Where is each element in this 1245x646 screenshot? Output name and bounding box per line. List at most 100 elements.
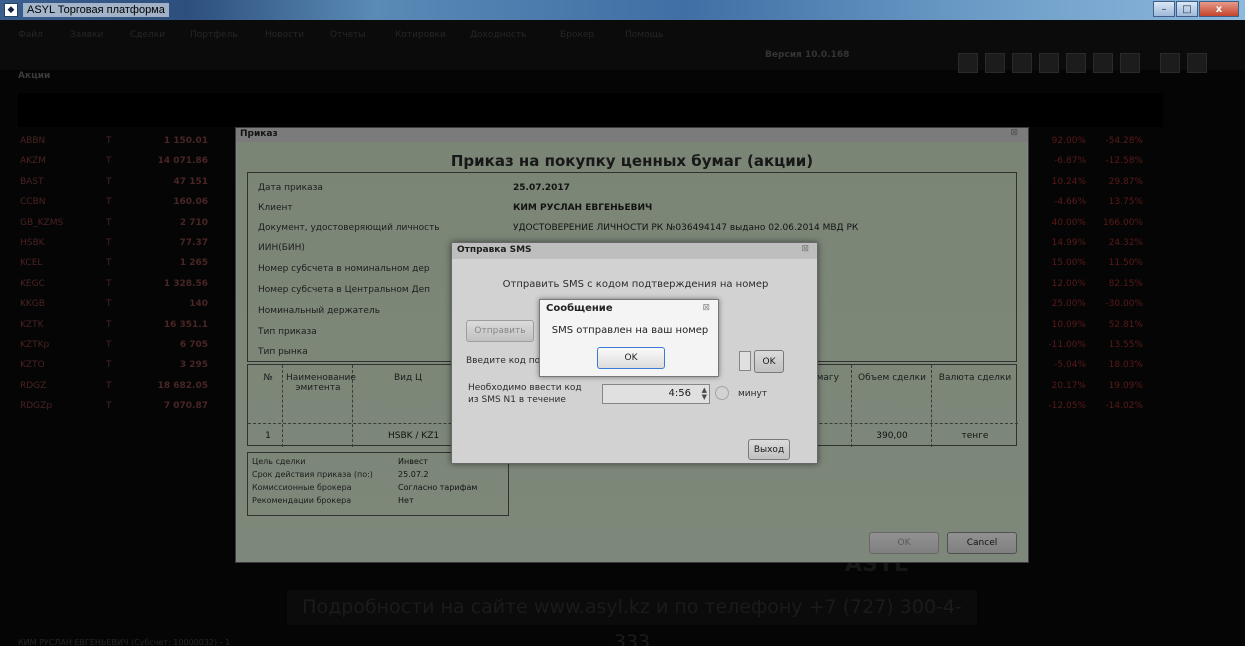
toolbar-chart-icon[interactable] xyxy=(985,53,1005,73)
row-change-2: 18.03% xyxy=(1108,360,1143,371)
window-title: ASYL Торговая платформа xyxy=(23,3,169,17)
toolbar-save-icon[interactable] xyxy=(958,53,978,73)
message-ok-button[interactable]: OK xyxy=(597,347,665,369)
toolbar-power-icon[interactable] xyxy=(1187,53,1207,73)
row-ticker: AKZM xyxy=(20,156,46,167)
row-ticker: ABBN xyxy=(20,136,46,146)
row-ticker: GB_KZMS xyxy=(20,217,64,228)
row-change-1: 10.24% xyxy=(1051,176,1086,187)
contact-hint: Подробности на сайте www.asyl.kz и по те… xyxy=(287,590,977,646)
row-change-1: 40.00% xyxy=(1051,217,1086,228)
row-price: 1 150.01 xyxy=(163,136,208,146)
row-change-2: 29.87% xyxy=(1108,176,1143,187)
row-type: T xyxy=(106,176,112,187)
row-change-2: 166.00% xyxy=(1102,217,1143,228)
quotes-table-header xyxy=(18,93,1163,127)
row-type: T xyxy=(106,360,112,371)
row-ticker: KEGC xyxy=(20,278,45,289)
message-text: SMS отправлен на ваш номер xyxy=(551,325,709,336)
row-change-1: -11.00% xyxy=(1048,340,1086,350)
toolbar-refresh-icon[interactable] xyxy=(1066,53,1086,73)
row-type: T xyxy=(106,238,112,248)
toolbar-user-icon[interactable] xyxy=(1093,53,1113,73)
menubar: Файл Заявки Сделки Портфель Новости Отче… xyxy=(0,20,1245,73)
toolbar-help-icon[interactable] xyxy=(1160,53,1180,73)
menu-item-deals[interactable]: Сделки xyxy=(130,30,165,40)
row-price: 6 705 xyxy=(179,340,208,350)
minimize-button[interactable]: – xyxy=(1153,1,1175,17)
row-ticker: KZTK xyxy=(20,319,44,330)
row-price: 47 151 xyxy=(173,176,208,187)
row-price: 16 351.1 xyxy=(163,319,208,330)
menu-item-news[interactable]: Новости xyxy=(265,30,304,40)
row-ticker: RDGZp xyxy=(20,401,53,412)
menu-item-broker[interactable]: Брокер xyxy=(560,30,594,40)
row-price: 7 070.87 xyxy=(163,401,208,412)
row-type: T xyxy=(106,401,112,412)
menu-item-orders[interactable]: Заявки xyxy=(70,30,103,40)
menu-item-portfolio[interactable]: Портфель xyxy=(190,30,238,40)
row-change-1: -6.87% xyxy=(1054,156,1086,167)
row-change-1: 14.99% xyxy=(1051,238,1086,248)
row-price: 18 682.05 xyxy=(157,380,208,391)
close-button[interactable]: x xyxy=(1199,1,1239,17)
row-change-2: -14.02% xyxy=(1105,401,1143,412)
app-icon: ◆ xyxy=(4,3,18,17)
toolbar-edit-icon[interactable] xyxy=(1039,53,1059,73)
row-change-2: 13.75% xyxy=(1108,197,1143,208)
row-price: 3 295 xyxy=(179,360,208,371)
status-bar: КИМ РУСЛАН ЕВГЕНЬЕВИЧ (Субсчет: 10000032… xyxy=(18,638,231,646)
row-change-1: 12.00% xyxy=(1051,278,1086,289)
menu-item-reports[interactable]: Отчеты xyxy=(330,30,366,40)
row-change-2: 52.81% xyxy=(1108,319,1143,330)
row-price: 140 xyxy=(189,299,208,310)
row-type: T xyxy=(106,197,112,208)
row-ticker: HSBK xyxy=(20,238,45,248)
menu-item-help[interactable]: Помощь xyxy=(625,30,663,40)
row-price: 2 710 xyxy=(179,217,208,228)
row-type: T xyxy=(106,258,112,269)
row-change-1: 15.00% xyxy=(1051,258,1086,269)
row-type: T xyxy=(106,136,112,146)
row-change-2: 11.50% xyxy=(1108,258,1143,269)
toolbar-book-icon[interactable] xyxy=(1120,53,1140,73)
row-change-1: -12.05% xyxy=(1048,401,1086,412)
row-ticker: KCEL xyxy=(20,258,43,269)
row-price: 1 328.56 xyxy=(163,278,208,289)
row-change-2: 13.55% xyxy=(1108,340,1143,350)
row-price: 1 265 xyxy=(179,258,208,269)
row-type: T xyxy=(106,278,112,289)
row-ticker: CCBN xyxy=(20,197,46,208)
menu-item-file[interactable]: Файл xyxy=(18,30,43,40)
row-change-1: 92.00% xyxy=(1051,136,1086,146)
toolbar-globe-icon[interactable] xyxy=(1012,53,1032,73)
row-ticker: KZTKp xyxy=(20,340,50,350)
menu-item-quotes[interactable]: Котировки xyxy=(395,30,446,40)
row-change-2: -54.28% xyxy=(1105,136,1143,146)
row-price: 77.37 xyxy=(179,238,208,248)
row-type: T xyxy=(106,217,112,228)
row-change-1: -5.04% xyxy=(1054,360,1086,371)
row-change-1: 10.09% xyxy=(1051,319,1086,330)
row-change-1: 25.00% xyxy=(1051,299,1086,310)
row-change-2: 82.15% xyxy=(1108,278,1143,289)
row-type: T xyxy=(106,380,112,391)
maximize-button[interactable]: □ xyxy=(1176,1,1198,17)
row-change-1: 20.17% xyxy=(1051,380,1086,391)
row-ticker: RDGZ xyxy=(20,380,47,391)
row-type: T xyxy=(106,299,112,310)
row-change-2: -12.58% xyxy=(1105,156,1143,167)
row-type: T xyxy=(106,319,112,330)
row-type: T xyxy=(106,156,112,167)
version-label: Версия 10.0.168 xyxy=(765,50,850,60)
message-close-icon[interactable]: ⊠ xyxy=(702,303,710,313)
window-controls: – □ x xyxy=(1152,1,1239,17)
row-ticker: BAST xyxy=(20,176,44,187)
row-price: 14 071.86 xyxy=(157,156,208,167)
row-change-1: -4.66% xyxy=(1054,197,1086,208)
shares-label: Акции xyxy=(18,71,51,81)
menu-item-yield[interactable]: Доходность xyxy=(470,30,526,40)
row-type: T xyxy=(106,340,112,350)
row-ticker: KKGB xyxy=(20,299,45,310)
message-dialog: Сообщение ⊠ SMS отправлен на ваш номер O… xyxy=(539,299,719,377)
